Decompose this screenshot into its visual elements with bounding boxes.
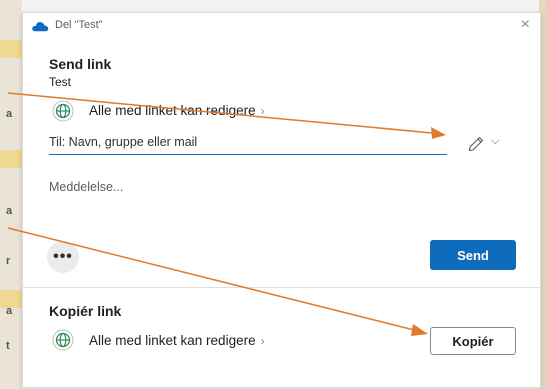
globe-icon bbox=[52, 329, 74, 351]
onedrive-cloud-icon bbox=[32, 22, 49, 32]
copy-permission-label: Alle med linket kan redigere bbox=[89, 333, 256, 348]
copy-permission-link[interactable]: Alle med linket kan redigere › bbox=[89, 333, 265, 348]
background-letter: t bbox=[6, 340, 10, 352]
chevron-right-icon: › bbox=[260, 104, 265, 118]
dialog-titlebar: Del "Test" × bbox=[23, 13, 540, 39]
background-letter: a bbox=[6, 108, 13, 120]
background-stripe bbox=[0, 40, 22, 58]
send-button[interactable]: Send bbox=[430, 240, 516, 270]
chevron-down-icon[interactable]: ⌵ bbox=[491, 135, 499, 148]
section-divider bbox=[23, 287, 540, 288]
close-icon[interactable]: × bbox=[521, 16, 530, 34]
share-dialog: Del "Test" × Send link Test Alle med lin… bbox=[22, 12, 541, 388]
more-options-button[interactable]: ••• bbox=[47, 241, 79, 273]
background-letter: a bbox=[6, 205, 13, 217]
pencil-icon[interactable] bbox=[468, 136, 484, 152]
shared-item-name: Test bbox=[49, 75, 72, 89]
send-permission-label: Alle med linket kan redigere bbox=[89, 103, 256, 118]
message-input[interactable] bbox=[49, 176, 489, 198]
background-letter: a bbox=[6, 305, 13, 317]
dialog-title: Del "Test" bbox=[55, 19, 103, 31]
copy-button[interactable]: Kopiér bbox=[430, 327, 516, 355]
background-app-left: a a r a t bbox=[0, 0, 22, 389]
globe-icon bbox=[52, 100, 74, 122]
background-stripe bbox=[0, 150, 22, 168]
copy-link-title: Kopiér link bbox=[49, 303, 122, 319]
recipient-input[interactable] bbox=[49, 130, 447, 155]
background-letter: r bbox=[6, 255, 11, 267]
chevron-right-icon: › bbox=[260, 334, 265, 348]
send-link-title: Send link bbox=[49, 56, 112, 72]
send-permission-link[interactable]: Alle med linket kan redigere › bbox=[89, 103, 265, 118]
